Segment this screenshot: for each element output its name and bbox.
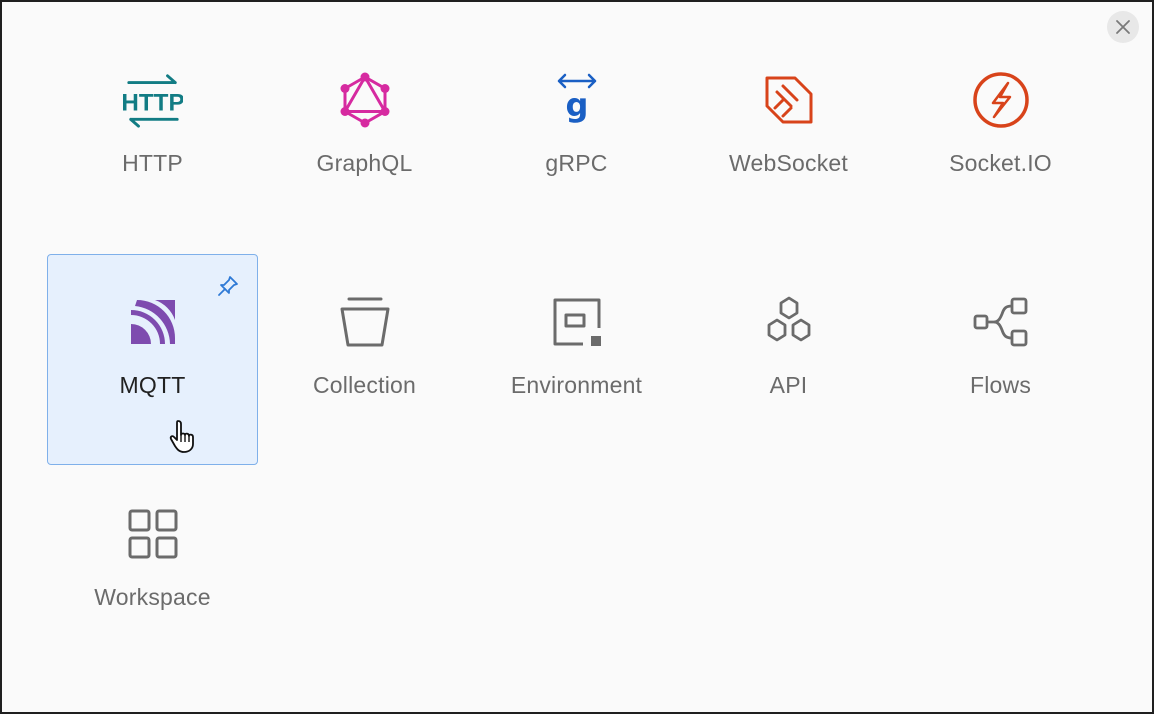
tile-mqtt[interactable]: MQTT <box>47 254 258 465</box>
hand-cursor-icon <box>168 418 200 454</box>
tile-label: Flows <box>969 372 1032 398</box>
tile-label: Workspace <box>94 584 211 610</box>
tile-label: Environment <box>510 372 643 398</box>
websocket-icon <box>759 70 819 130</box>
flows-icon <box>971 292 1031 352</box>
tile-label: HTTP <box>122 150 183 176</box>
tile-socketio[interactable]: Socket.IO <box>895 32 1106 243</box>
api-icon <box>759 292 819 352</box>
tile-label: Collection <box>313 372 416 398</box>
tile-grpc[interactable]: g gRPC <box>471 32 682 243</box>
tile-label: GraphQL <box>316 150 413 176</box>
collection-icon <box>335 292 395 352</box>
tile-label: Socket.IO <box>949 150 1052 176</box>
tile-environment[interactable]: Environment <box>471 254 682 465</box>
tile-label: WebSocket <box>729 150 848 176</box>
pin-icon[interactable] <box>216 274 240 298</box>
grpc-icon: g <box>547 70 607 130</box>
tile-collection[interactable]: Collection <box>259 254 470 465</box>
graphql-icon <box>335 70 395 130</box>
tile-label: gRPC <box>545 150 608 176</box>
socketio-icon <box>971 70 1031 130</box>
environment-icon <box>547 292 607 352</box>
tile-graphql[interactable]: GraphQL <box>259 32 470 243</box>
close-icon <box>1116 20 1130 34</box>
close-button[interactable] <box>1107 11 1139 43</box>
tile-workspace[interactable]: Workspace <box>47 466 258 677</box>
tile-label: MQTT <box>119 372 186 398</box>
workspace-icon <box>123 504 183 564</box>
tile-http[interactable]: HTTP HTTP <box>47 32 258 243</box>
tile-websocket[interactable]: WebSocket <box>683 32 894 243</box>
tile-api[interactable]: API <box>683 254 894 465</box>
tile-flows[interactable]: Flows <box>895 254 1106 465</box>
http-icon: HTTP <box>123 70 183 130</box>
mqtt-icon <box>123 292 183 352</box>
new-item-dialog: HTTP HTTP GraphQL g gRPC WebSocket Socke… <box>0 0 1154 714</box>
tile-label: API <box>769 372 808 398</box>
svg-text:HTTP: HTTP <box>123 90 183 117</box>
svg-text:g: g <box>565 86 588 124</box>
